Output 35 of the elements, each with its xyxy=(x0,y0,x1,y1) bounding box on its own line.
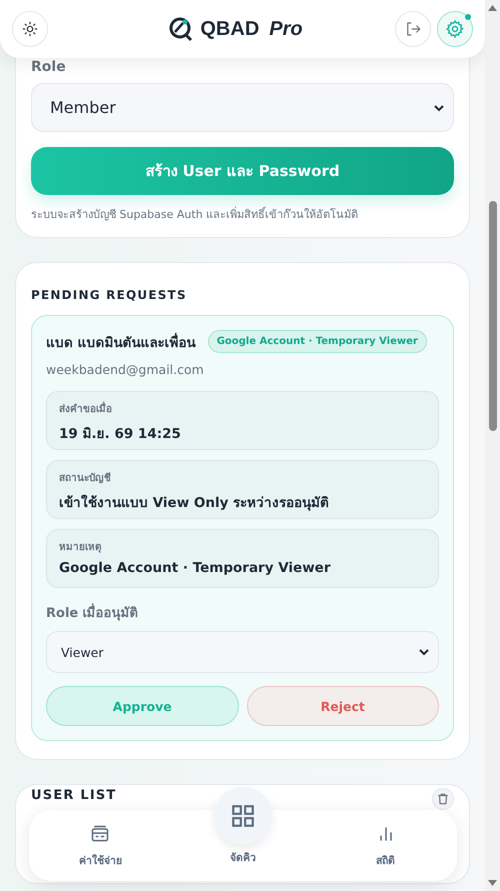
field-label: Role xyxy=(31,59,67,75)
section-title: USER LIST xyxy=(31,788,116,803)
info-value: 19 มิ.ย. 69 14:25 xyxy=(59,425,182,444)
info-label: สถานะบัญชี xyxy=(59,471,112,485)
nav-tab[interactable]: จัดคิว xyxy=(192,787,293,866)
requester-name: แบด แบดมินตันและเพื่อน xyxy=(46,332,196,352)
requester-email: weekbadend@gmail.com xyxy=(46,362,205,377)
info-value: เข้าใช้งานแบบ View Only ระหว่างรออนุมัติ xyxy=(59,494,330,513)
nav-tab[interactable]: สถิติ xyxy=(336,824,436,869)
theme-toggle-button[interactable] xyxy=(12,11,48,47)
sun-icon xyxy=(22,21,38,37)
app-title-suffix: Pro xyxy=(269,18,303,40)
scroll-down-icon xyxy=(488,880,497,886)
info-value: Google Account · Temporary Viewer xyxy=(59,560,332,576)
info-label: หมายเหตุ xyxy=(59,541,102,554)
app-title: QBAD xyxy=(200,18,260,40)
reject-button[interactable]: Reject xyxy=(246,686,439,726)
info-label: ส่งคำขอเมื่อ xyxy=(59,401,426,416)
grid-icon xyxy=(230,803,256,829)
role-select[interactable]: Member xyxy=(31,83,454,132)
role-select[interactable]: Viewer xyxy=(46,631,439,673)
settings-button[interactable] xyxy=(436,11,473,47)
logout-button[interactable] xyxy=(394,11,431,47)
scrollbar-thumb[interactable] xyxy=(488,201,496,431)
trash-icon xyxy=(436,792,450,806)
field-label: Role เมื่ออนุมัติ xyxy=(46,602,439,623)
account-badge: Google Account · Temporary Viewer xyxy=(208,330,427,353)
nav-tab[interactable]: ค่าใช้จ่าย xyxy=(50,824,150,869)
scrollbar[interactable] xyxy=(485,0,500,891)
helper-text: ระบบจะสร้างบัญชี Supabase Auth และเพิ่มสิทธิ์เข้าก๊วนให้อัตโนมัติ xyxy=(31,206,360,223)
delete-button[interactable] xyxy=(432,788,454,810)
wallet-icon xyxy=(90,824,110,844)
scroll-up-icon xyxy=(488,5,497,11)
settings-icon xyxy=(444,19,465,39)
section-title: PENDING REQUESTS xyxy=(31,288,188,302)
